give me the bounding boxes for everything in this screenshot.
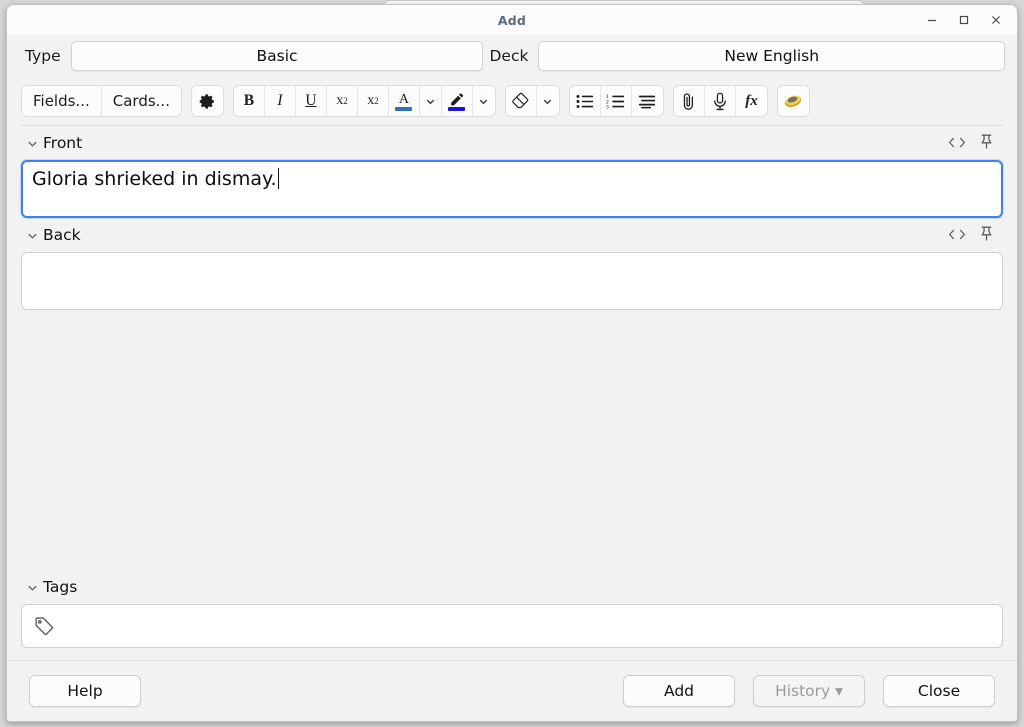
toolbar-group-format: B I U x2 x2 A [232,85,496,117]
pin-icon[interactable] [980,226,993,245]
highlight-color-chevron-down-icon[interactable] [472,86,495,116]
titlebar: Add [7,5,1017,35]
notetype-button[interactable]: Basic [70,41,484,71]
window-title: Add [497,12,527,28]
editor-toolbar: Fields... Cards... B I U x2 x2 A 1 2 3 f… [7,77,1017,125]
subscript-base: x [367,93,375,108]
eraser-icon[interactable] [505,86,537,116]
tags-header: Tags [21,570,1003,604]
field-value-front: Gloria shrieked in dismay. [32,168,280,190]
toolbar-group-lists: 1 2 3 [568,85,664,117]
html-editor-icon[interactable] [948,226,966,245]
text-cursor [277,168,280,189]
fields-spacer [21,310,1003,570]
action-buttons: Add History ▾ Close [623,675,995,707]
numbered-list-icon[interactable]: 1 2 3 [600,86,632,116]
eraser-chevron-down-icon[interactable] [536,86,559,116]
chevron-down-icon[interactable] [21,229,43,242]
minimize-button[interactable] [917,7,947,33]
pen-icon [449,93,464,106]
text-color-chevron-down-icon[interactable] [419,86,442,116]
field-header-front: Front [21,126,1003,160]
fields-region: Front Gloria shrieked in dismay. Back Ta… [7,126,1017,660]
deck-label: Deck [489,47,529,65]
pin-icon[interactable] [980,134,993,153]
svg-text:3: 3 [606,104,609,109]
field-header-back: Back [21,218,1003,252]
toolbar-group-notetype: Fields... Cards... [21,85,182,117]
text-color-swatch [395,107,413,111]
subscript-button[interactable]: x2 [357,86,389,116]
tags-label: Tags [43,578,78,596]
fields-button[interactable]: Fields... [22,86,102,116]
field-input-back[interactable] [21,252,1003,310]
underline-button[interactable]: U [295,86,327,116]
deck-button[interactable]: New English [538,41,1005,71]
help-button[interactable]: Help [29,675,141,707]
text-align-icon[interactable] [631,86,663,116]
superscript-button[interactable]: x2 [326,86,358,116]
add-note-dialog: Add Type Basic Deck New English Fields..… [6,4,1018,722]
field-input-front[interactable]: Gloria shrieked in dismay. [21,160,1003,218]
mathjax-label: fx [745,92,758,109]
cloze-icon[interactable] [777,86,809,116]
toolbar-group-settings [190,85,224,117]
notetype-deck-row: Type Basic Deck New English [7,35,1017,77]
cards-button[interactable]: Cards... [101,86,181,116]
paperclip-icon[interactable] [673,86,705,116]
maximize-button[interactable] [949,7,979,33]
subscript-exponent: 2 [374,96,379,106]
field-tools-front [948,134,1003,153]
gear-icon[interactable] [191,86,223,116]
add-button[interactable]: Add [623,675,735,707]
field-tools-back [948,226,1003,245]
toolbar-group-eraser [504,85,560,117]
toolbar-group-cloze [776,85,810,117]
microphone-icon[interactable] [704,86,736,116]
text-color-glyph: A [398,92,410,107]
bold-button[interactable]: B [233,86,265,116]
toolbar-group-media: fx [672,85,768,117]
tag-icon [34,616,55,637]
svg-text:1: 1 [606,94,609,100]
field-label-front: Front [43,134,83,152]
text-color-button[interactable]: A [388,86,420,116]
superscript-exponent: 2 [343,96,348,106]
close-button[interactable] [981,7,1011,33]
svg-text:2: 2 [606,99,609,105]
italic-button[interactable]: I [264,86,296,116]
chevron-down-icon[interactable] [21,581,43,594]
field-label-back: Back [43,226,81,244]
highlight-color-button[interactable] [441,86,473,116]
history-button[interactable]: History ▾ [753,675,865,707]
superscript-base: x [336,93,344,108]
chevron-down-icon[interactable] [21,137,43,150]
highlight-color-swatch [448,107,466,111]
mathjax-button[interactable]: fx [735,86,767,116]
html-editor-icon[interactable] [948,134,966,153]
tags-input[interactable] [21,604,1003,648]
notetype-label: Type [25,47,61,65]
close-dialog-button[interactable]: Close [883,675,995,707]
window-controls [917,5,1011,35]
bullet-list-icon[interactable] [569,86,601,116]
dialog-buttons: Help Add History ▾ Close [7,661,1017,721]
